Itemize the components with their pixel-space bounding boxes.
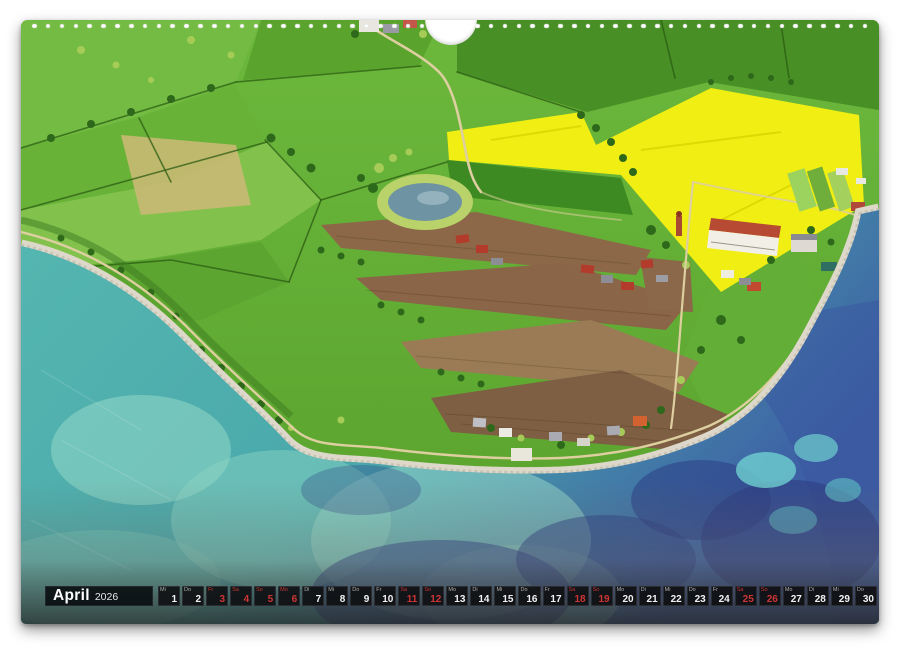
day-cell: Mo13 <box>446 586 468 606</box>
weekday-abbr: Fr <box>545 587 550 593</box>
day-number: 6 <box>292 594 298 605</box>
day-cell: So12 <box>422 586 444 606</box>
weekday-abbr: Do <box>857 587 864 593</box>
day-number: 21 <box>647 594 658 605</box>
calendar-strip: April 2026 Mi1Do2Fr3Sa4So5Mo6Di7Mi8Do9Fr… <box>21 586 879 606</box>
day-number: 1 <box>171 594 177 605</box>
day-cell: Sa25 <box>735 586 757 606</box>
day-cell: Mi 8 <box>326 586 348 606</box>
weekday-abbr: So <box>761 587 768 593</box>
day-cell: Do 9 <box>350 586 372 606</box>
day-cell: Sa 4 <box>230 586 252 606</box>
day-cells: Mi1Do2Fr3Sa4So5Mo6Di7Mi8Do9Fr10Sa11So12M… <box>158 586 877 606</box>
weekday-abbr: Sa <box>737 587 744 593</box>
weekday-abbr: Di <box>809 587 814 593</box>
day-number: 9 <box>364 594 370 605</box>
day-number: 28 <box>815 594 826 605</box>
weekday-abbr: Mi <box>496 587 502 593</box>
day-cell: So 5 <box>254 586 276 606</box>
weekday-abbr: So <box>424 587 431 593</box>
day-cell: Do 2 <box>182 586 204 606</box>
day-number: 20 <box>623 594 634 605</box>
page-background: { "calendar": { "month": "April", "year"… <box>0 0 899 648</box>
weekday-abbr: Mo <box>785 587 793 593</box>
day-cell: Mi 1 <box>158 586 180 606</box>
weekday-abbr: Do <box>184 587 191 593</box>
day-cell: So26 <box>759 586 781 606</box>
day-number: 5 <box>268 594 274 605</box>
day-cell: Di14 <box>470 586 492 606</box>
day-number: 22 <box>671 594 682 605</box>
day-cell: Fr17 <box>543 586 565 606</box>
day-number: 18 <box>574 594 585 605</box>
weekday-abbr: Sa <box>400 587 407 593</box>
day-number: 27 <box>791 594 802 605</box>
weekday-abbr: Do <box>520 587 527 593</box>
day-number: 19 <box>598 594 609 605</box>
day-cell: Mo 6 <box>278 586 300 606</box>
calendar-photo-page: April 2026 Mi1Do2Fr3Sa4So5Mo6Di7Mi8Do9Fr… <box>21 20 879 624</box>
day-cell: So19 <box>591 586 613 606</box>
month-label-box: April 2026 <box>45 586 153 606</box>
weekday-abbr: So <box>593 587 600 593</box>
day-number: 8 <box>340 594 346 605</box>
weekday-abbr: Sa <box>569 587 576 593</box>
pond <box>377 174 473 230</box>
day-number: 2 <box>196 594 202 605</box>
day-cell: Di21 <box>639 586 661 606</box>
day-cell: Fr10 <box>374 586 396 606</box>
day-cell: Di 7 <box>302 586 324 606</box>
weekday-abbr: Mo <box>617 587 625 593</box>
weekday-abbr: Sa <box>232 587 239 593</box>
weekday-abbr: Do <box>689 587 696 593</box>
day-number: 26 <box>767 594 778 605</box>
weekday-abbr: Mi <box>160 587 166 593</box>
weekday-abbr: Mo <box>280 587 288 593</box>
day-cell: Fr24 <box>711 586 733 606</box>
weekday-abbr: Mi <box>833 587 839 593</box>
day-number: 30 <box>863 594 874 605</box>
day-number: 15 <box>502 594 513 605</box>
day-cell: Di28 <box>807 586 829 606</box>
aerial-photo-scene <box>21 20 879 624</box>
day-number: 17 <box>550 594 561 605</box>
weekday-abbr: Di <box>641 587 646 593</box>
day-number: 13 <box>454 594 465 605</box>
weekday-abbr: Di <box>472 587 477 593</box>
day-cell: Fr 3 <box>206 586 228 606</box>
day-number: 24 <box>719 594 730 605</box>
weekday-abbr: Di <box>304 587 309 593</box>
weekday-abbr: Fr <box>376 587 381 593</box>
day-number: 7 <box>316 594 322 605</box>
day-number: 16 <box>526 594 537 605</box>
weekday-abbr: Mi <box>665 587 671 593</box>
year-label: 2026 <box>95 587 118 607</box>
day-cell: Sa11 <box>398 586 420 606</box>
day-number: 29 <box>839 594 850 605</box>
day-number: 3 <box>220 594 226 605</box>
day-cell: Do23 <box>687 586 709 606</box>
weekday-abbr: Fr <box>713 587 718 593</box>
day-number: 14 <box>478 594 489 605</box>
day-number: 12 <box>430 594 441 605</box>
day-cell: Mi22 <box>663 586 685 606</box>
day-number: 4 <box>244 594 250 605</box>
day-cell: Sa18 <box>567 586 589 606</box>
day-number: 23 <box>695 594 706 605</box>
weekday-abbr: Mo <box>448 587 456 593</box>
weekday-abbr: Do <box>352 587 359 593</box>
day-number: 11 <box>407 594 418 605</box>
weekday-abbr: So <box>256 587 263 593</box>
day-cell: Mi15 <box>494 586 516 606</box>
weekday-abbr: Fr <box>208 587 213 593</box>
day-cell: Mo20 <box>615 586 637 606</box>
day-number: 10 <box>382 594 393 605</box>
day-cell: Do30 <box>855 586 877 606</box>
day-cell: Do16 <box>518 586 540 606</box>
weekday-abbr: Mi <box>328 587 334 593</box>
day-cell: Mi29 <box>831 586 853 606</box>
month-name: April <box>53 586 90 606</box>
day-cell: Mo27 <box>783 586 805 606</box>
day-number: 25 <box>743 594 754 605</box>
